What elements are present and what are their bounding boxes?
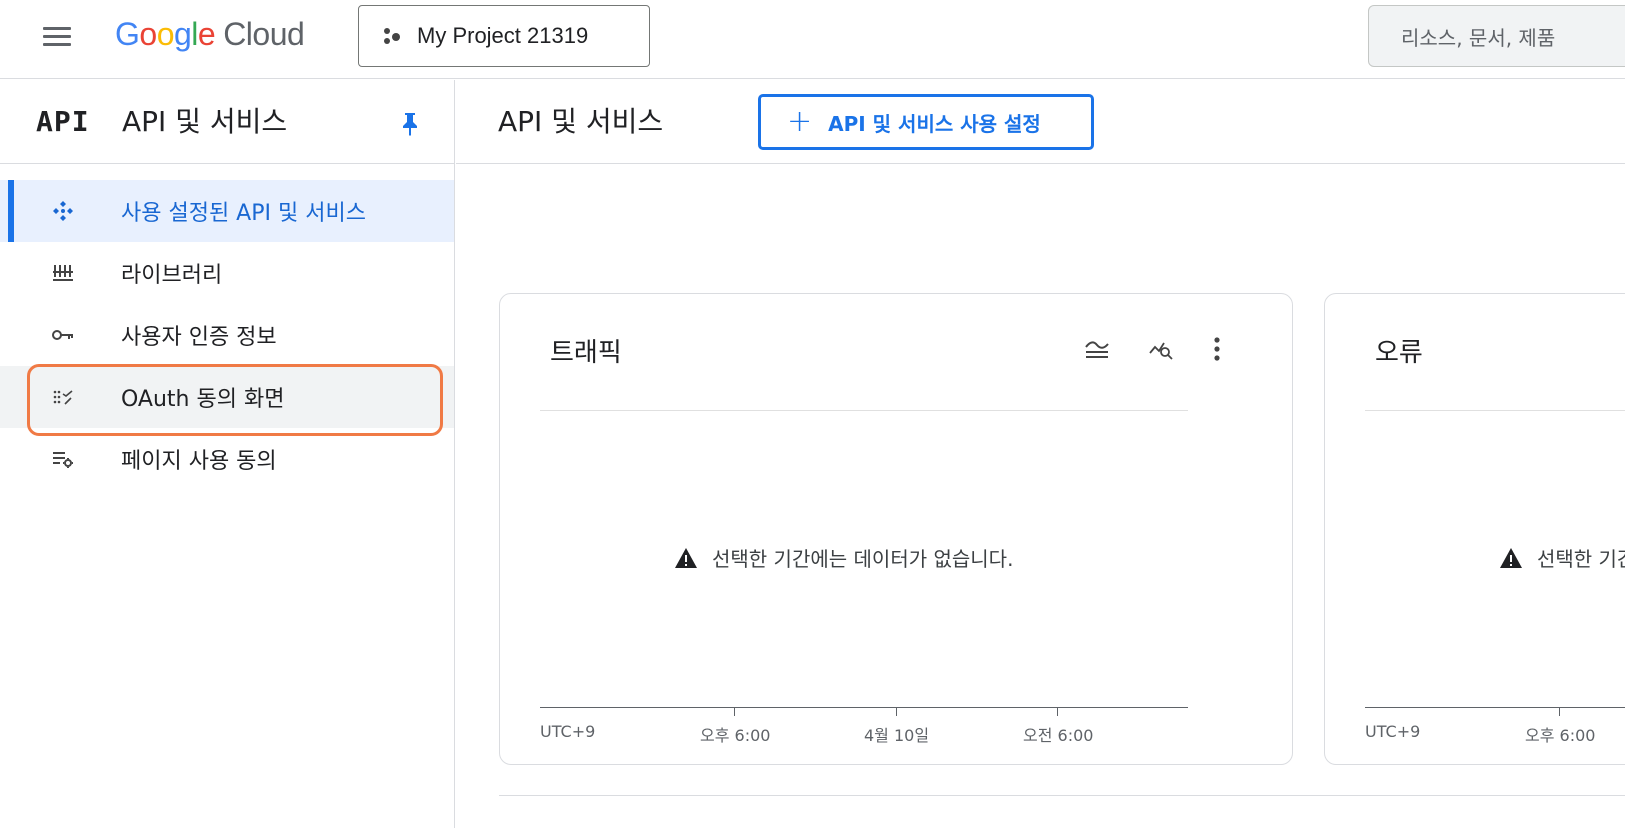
- axis-label: 4월 10일: [864, 726, 930, 745]
- sidebar-title: API 및 서비스: [122, 105, 288, 138]
- top-bar: Google Cloud My Project 21319 리소스, 문서, 제품: [0, 0, 1625, 79]
- divider: [1365, 410, 1625, 411]
- sidebar-item-label: 사용 설정된 API 및 서비스: [121, 201, 366, 226]
- no-data-message: 선택한 기간에는 데이터가 없습니다.: [674, 543, 1013, 572]
- api-diamond-icon: [50, 198, 76, 224]
- axis-tick: [896, 708, 897, 716]
- no-data-text: 선택한 기간에는 데이터가 없습니다.: [1537, 547, 1625, 571]
- sidebar-item-page-consent[interactable]: 페이지 사용 동의: [0, 428, 454, 490]
- plus-icon: +: [787, 104, 813, 139]
- sidebar-item-oauth-consent[interactable]: OAuth 동의 화면: [0, 366, 454, 428]
- search-placeholder: 리소스, 문서, 제품: [1401, 25, 1556, 50]
- warning-icon: [1500, 547, 1522, 568]
- card-title: 오류: [1375, 338, 1423, 368]
- sidebar-nav: 사용 설정된 API 및 서비스 라이브러리 사용자 인증 정보 OAuth 동…: [0, 180, 454, 490]
- more-options-icon[interactable]: [1202, 334, 1232, 364]
- divider: [499, 795, 1625, 796]
- sidebar-item-enabled-apis[interactable]: 사용 설정된 API 및 서비스: [0, 180, 454, 242]
- sidebar-item-library[interactable]: 라이브러리: [0, 242, 454, 304]
- main-header: API 및 서비스 + API 및 서비스 사용 설정: [456, 80, 1625, 164]
- x-axis: [1365, 707, 1625, 708]
- menu-icon[interactable]: [40, 26, 74, 48]
- library-icon: [50, 260, 76, 286]
- sidebar-item-credentials[interactable]: 사용자 인증 정보: [0, 304, 454, 366]
- project-icon: [381, 25, 403, 47]
- warning-icon: [675, 547, 697, 568]
- sidebar-item-label: 라이브러리: [121, 263, 223, 288]
- x-axis: [540, 707, 1188, 708]
- sidebar: API API 및 서비스 사용 설정된 API 및 서비스 라이브러리 사용자…: [0, 80, 455, 828]
- enable-apis-button[interactable]: + API 및 서비스 사용 설정: [758, 94, 1094, 150]
- axis-label-timezone: UTC+9: [540, 722, 596, 741]
- axis-tick: [1057, 708, 1058, 716]
- project-name: My Project 21319: [417, 23, 589, 48]
- no-data-text: 선택한 기간에는 데이터가 없습니다.: [712, 547, 1014, 571]
- search-input[interactable]: 리소스, 문서, 제품: [1368, 5, 1625, 67]
- divider: [540, 410, 1188, 411]
- errors-card: 오류 선택한 기간에는 데이터가 없습니다. UTC+9 오후 6:00: [1324, 293, 1625, 765]
- sidebar-item-label: 사용자 인증 정보: [121, 325, 277, 350]
- key-icon: [50, 322, 76, 348]
- explore-chart-icon[interactable]: [1146, 334, 1176, 364]
- axis-label: 오전 6:00: [1023, 726, 1094, 745]
- api-logo-icon: API: [36, 105, 90, 138]
- sidebar-header: API API 및 서비스: [0, 80, 454, 164]
- axis-label-timezone: UTC+9: [1365, 722, 1421, 741]
- oauth-consent-icon: [50, 384, 76, 410]
- sidebar-item-label: OAuth 동의 화면: [121, 387, 285, 412]
- no-data-message: 선택한 기간에는 데이터가 없습니다.: [1499, 543, 1625, 572]
- sidebar-item-label: 페이지 사용 동의: [121, 449, 277, 474]
- pin-icon[interactable]: [400, 112, 420, 136]
- axis-tick: [1559, 708, 1560, 716]
- card-title: 트래픽: [550, 338, 622, 368]
- page-consent-settings-icon: [50, 446, 76, 472]
- axis-label: 오후 6:00: [1525, 726, 1596, 745]
- enable-apis-button-label: API 및 서비스 사용 설정: [828, 111, 1041, 136]
- axis-tick: [734, 708, 735, 716]
- google-cloud-logo[interactable]: Google Cloud: [115, 16, 305, 53]
- page-title: API 및 서비스: [498, 105, 664, 138]
- traffic-card: 트래픽 선택한 기간에는 데이터가 없습니다. UTC+9 오후 6:00 4월…: [499, 293, 1293, 765]
- legend-toggle-icon[interactable]: [1082, 334, 1112, 364]
- project-selector-button[interactable]: My Project 21319: [358, 5, 650, 67]
- axis-label: 오후 6:00: [700, 726, 771, 745]
